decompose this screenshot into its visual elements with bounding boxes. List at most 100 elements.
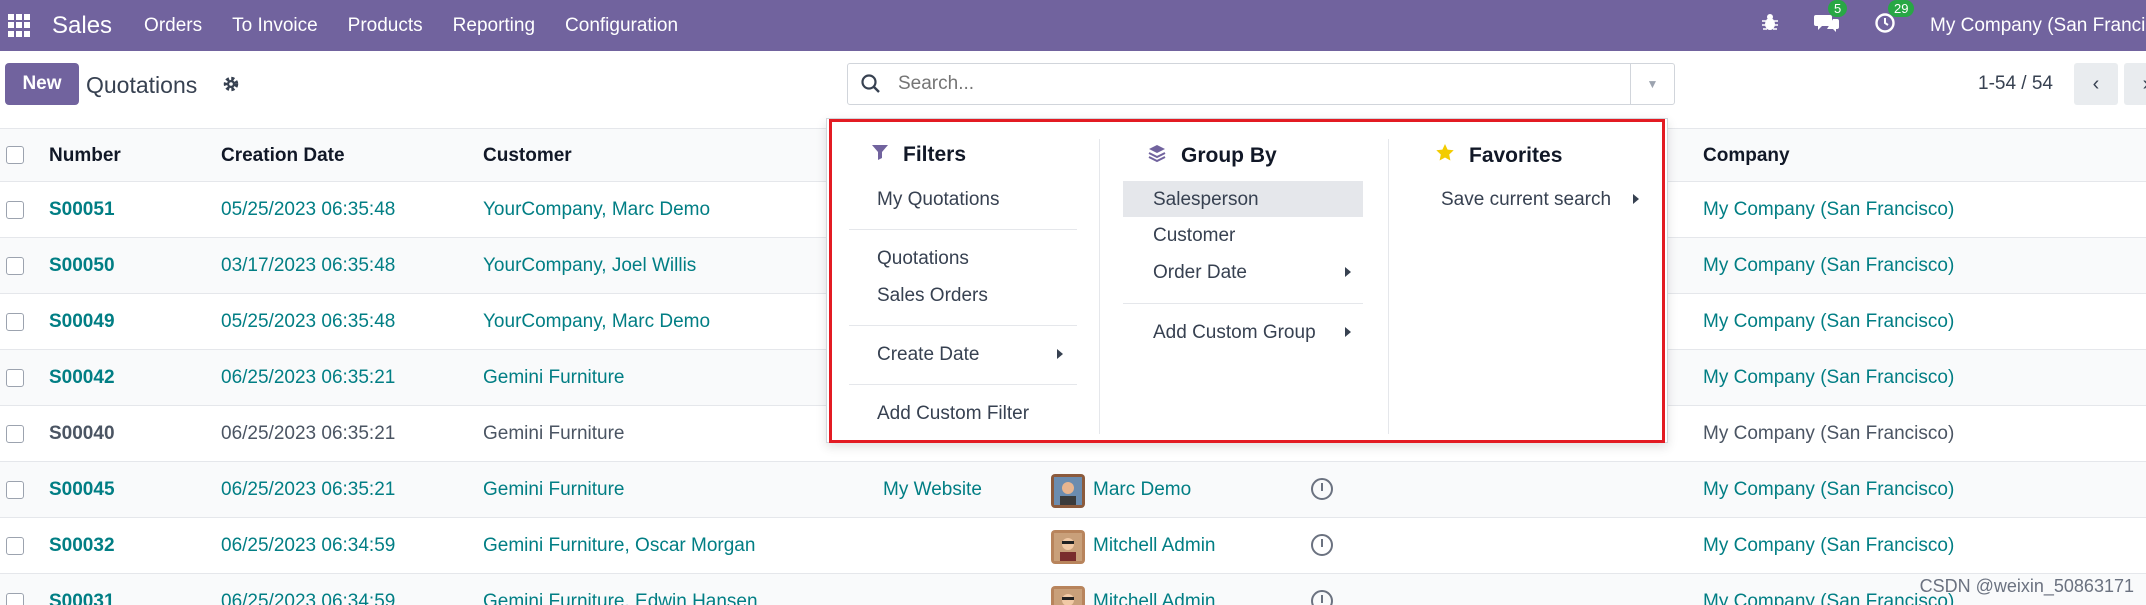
favorites-label: Favorites [1469,144,1563,167]
avatar [1051,586,1085,605]
menu-orders[interactable]: Orders [144,15,202,37]
app-name[interactable]: Sales [52,12,112,40]
group-by-label: Group By [1181,144,1277,167]
activities-clock-icon[interactable]: 29 [1874,0,1915,40]
creation-date: 06/25/2023 06:34:59 [221,591,396,605]
table-row[interactable]: S00031 06/25/2023 06:34:59 Gemini Furnit… [0,574,2146,605]
star-icon [1435,143,1455,169]
customer: YourCompany, Marc Demo [483,311,711,332]
debug-bug-icon[interactable] [1760,13,1780,39]
save-current-search[interactable]: Save current search [1441,189,1611,211]
activity-clock-icon[interactable] [1311,478,1333,500]
creation-date: 06/25/2023 06:34:59 [221,535,396,556]
company: My Company (San Francisco) [1703,199,1955,220]
header-company[interactable]: Company [1703,145,1790,167]
salesperson: Mitchell Admin [1093,591,1216,605]
header-customer[interactable]: Customer [483,145,572,167]
header-creation-date[interactable]: Creation Date [221,145,345,167]
order-number: S00040 [49,423,115,444]
row-checkbox[interactable] [6,481,24,499]
apps-menu-icon[interactable] [8,13,32,38]
activity-clock-icon[interactable] [1311,534,1333,556]
customer: YourCompany, Marc Demo [483,199,711,220]
row-checkbox[interactable] [6,257,24,275]
customer: Gemini Furniture, Oscar Morgan [483,535,756,556]
activity-clock-icon[interactable] [1311,590,1333,605]
group-by-title: Group By [1147,143,1277,169]
row-checkbox[interactable] [6,313,24,331]
row-checkbox[interactable] [6,201,24,219]
customer: Gemini Furniture, Edwin Hansen [483,591,758,605]
select-all-checkbox[interactable] [6,146,24,164]
table-row[interactable]: S00032 06/25/2023 06:34:59 Gemini Furnit… [0,518,2146,574]
divider [849,325,1077,326]
avatar [1051,530,1085,564]
order-number: S00051 [49,199,115,220]
top-navbar: Sales Orders To Invoice Products Reporti… [0,0,2146,51]
order-number: S00032 [49,535,115,556]
company: My Company (San Francisco) [1703,311,1955,332]
add-custom-filter[interactable]: Add Custom Filter [877,403,1029,425]
row-checkbox[interactable] [6,369,24,387]
filters-label: Filters [903,143,967,166]
messages-badge: 5 [1828,0,1848,17]
company-switcher[interactable]: My Company (San Francisco) [1930,15,2146,37]
column-divider [1388,139,1389,434]
avatar [1051,474,1085,508]
header-number[interactable]: Number [49,145,121,167]
pager-previous-button[interactable]: ‹ [2074,63,2118,105]
website: My Website [883,479,982,500]
caret-right-icon [1345,327,1351,337]
menu-configuration[interactable]: Configuration [565,15,678,37]
menu-to-invoice[interactable]: To Invoice [232,15,318,37]
filter-sales-orders[interactable]: Sales Orders [877,285,988,307]
divider [849,384,1077,385]
salesperson: Mitchell Admin [1093,535,1216,556]
search-bar[interactable]: ▼ [847,63,1675,105]
row-checkbox[interactable] [6,537,24,555]
messages-icon[interactable]: 5 [1814,0,1848,40]
company: My Company (San Francisco) [1703,479,1955,500]
divider [1123,303,1363,304]
order-number: S00049 [49,311,115,332]
layers-icon [1147,143,1167,169]
filter-my-quotations[interactable]: My Quotations [877,189,1000,211]
watermark: CSDN @weixin_50863171 [1919,576,2134,596]
row-checkbox[interactable] [6,425,24,443]
column-divider [1099,139,1100,434]
activities-badge: 29 [1888,0,1915,17]
group-salesperson[interactable]: Salesperson [1153,189,1259,211]
chevron-left-icon: ‹ [2092,72,2100,95]
creation-date: 06/25/2023 06:35:21 [221,367,396,388]
search-options-dropdown: Filters My Quotations Quotations Sales O… [826,118,1668,443]
search-icon [861,74,880,93]
row-checkbox[interactable] [6,593,24,605]
customer: Gemini Furniture [483,479,625,500]
caret-right-icon [1633,194,1639,204]
filter-create-date[interactable]: Create Date [877,344,979,366]
group-customer[interactable]: Customer [1153,225,1235,247]
customer: Gemini Furniture [483,423,625,444]
add-custom-group[interactable]: Add Custom Group [1153,322,1316,344]
menu-products[interactable]: Products [348,15,423,37]
company: My Company (San Francisco) [1703,255,1955,276]
creation-date: 03/17/2023 06:35:48 [221,255,396,276]
order-number: S00042 [49,367,115,388]
favorites-title: Favorites [1435,143,1562,169]
creation-date: 05/25/2023 06:35:48 [221,199,396,220]
search-input[interactable] [898,73,1598,95]
gear-icon[interactable] [222,75,240,93]
pager-next-button[interactable]: › [2124,63,2146,105]
table-row[interactable]: S00045 06/25/2023 06:35:21 Gemini Furnit… [0,462,2146,518]
menu-reporting[interactable]: Reporting [453,15,535,37]
pager-value[interactable]: 1-54 / 54 [1978,73,2053,95]
creation-date: 05/25/2023 06:35:48 [221,311,396,332]
company: My Company (San Francisco) [1703,591,1955,605]
creation-date: 06/25/2023 06:35:21 [221,423,396,444]
order-number: S00031 [49,591,115,605]
filter-quotations[interactable]: Quotations [877,248,969,270]
salesperson: Marc Demo [1093,479,1192,500]
group-order-date[interactable]: Order Date [1153,262,1247,284]
search-dropdown-toggle[interactable]: ▼ [1630,64,1674,104]
new-button[interactable]: New [5,63,79,105]
